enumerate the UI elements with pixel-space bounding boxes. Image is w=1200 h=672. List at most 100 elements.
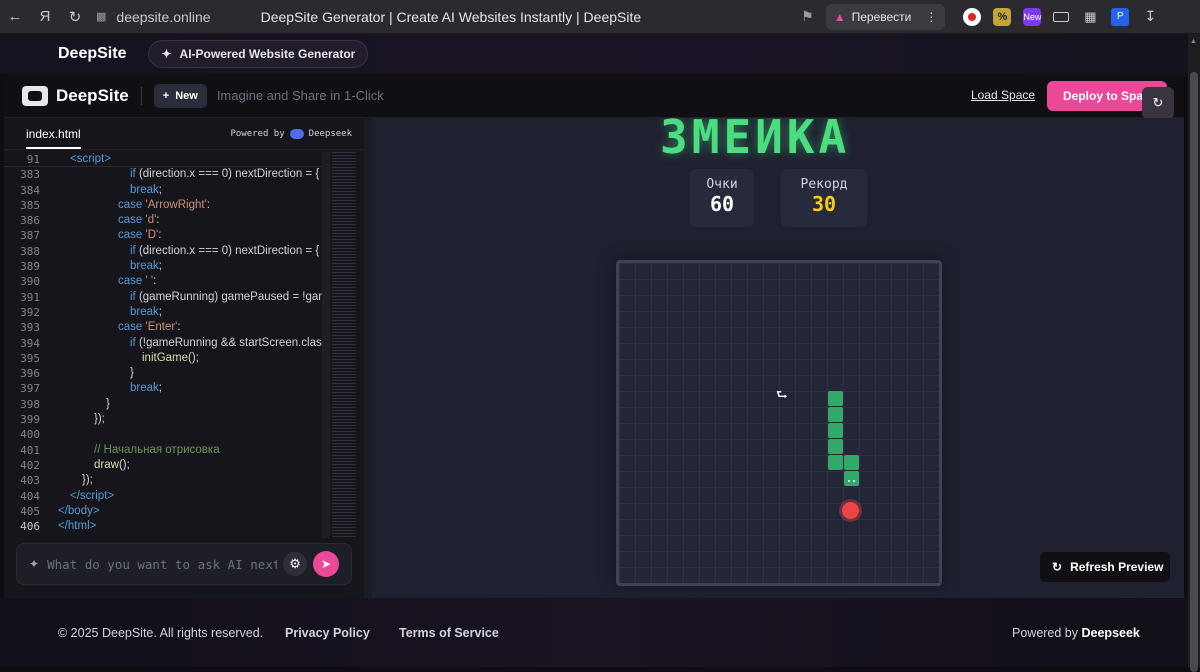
code-line[interactable]: 383 if (direction.x === 0) nextDirection … (4, 167, 322, 182)
translate-label: Перевести (851, 9, 912, 24)
line-number: 405 (20, 504, 40, 518)
code-line[interactable]: 395 initGame(); (4, 351, 322, 366)
more-icon[interactable]: ⋮ (925, 10, 937, 24)
code-text: if (direction.x === 0) nextDirection = { (130, 168, 320, 181)
code-line[interactable]: 404 </script> (4, 489, 322, 504)
footer-powered-brand[interactable]: Deepseek (1082, 626, 1140, 640)
scroll-up-icon[interactable]: ▲ (1190, 38, 1197, 45)
address-bar[interactable]: ▩ deepsite.online (96, 9, 211, 25)
line-number: 386 (20, 214, 40, 228)
editor-powered-prefix: Powered by (230, 128, 285, 139)
panel-resize-handle[interactable] (364, 118, 372, 598)
yandex-icon[interactable]: Я (30, 2, 60, 32)
code-minimap[interactable] (332, 152, 356, 538)
privacy-policy-link[interactable]: Privacy Policy (285, 626, 370, 640)
pill-label: AI-Powered Website Generator (179, 47, 356, 61)
code-text: }); (82, 474, 93, 487)
code-line[interactable]: 400 (4, 427, 322, 442)
code-text: case 'd': (118, 214, 160, 227)
editor-scrollbar[interactable] (322, 152, 330, 538)
extensions-puzzle-icon[interactable]: ▦ (1081, 8, 1099, 26)
code-line[interactable]: 394 if (!gameRunning && startScreen.clas (4, 336, 322, 351)
download-icon[interactable]: ↧ (1141, 8, 1159, 26)
profile-icon[interactable]: P (1111, 7, 1130, 26)
line-number: 394 (20, 336, 40, 350)
code-text: break; (130, 260, 162, 273)
settings-gear-icon[interactable]: ⚙ (283, 552, 308, 576)
send-icon[interactable]: ➤ (313, 551, 340, 577)
code-text: break; (130, 305, 162, 318)
code-text: if (direction.x === 0) nextDirection = { (130, 244, 320, 257)
code-line[interactable]: 91 <script> (4, 152, 322, 168)
code-text: draw(); (94, 458, 130, 471)
record-extension-icon[interactable] (963, 7, 982, 26)
code-line[interactable]: 390 case ' ': (4, 274, 322, 289)
line-number: 399 (20, 413, 40, 427)
code-line[interactable]: 397 break; (4, 381, 322, 396)
code-text: if (!gameRunning && startScreen.clas (130, 336, 322, 349)
snake-segment (844, 455, 859, 470)
footer-powered-prefix: Powered by (1012, 626, 1079, 640)
browser-toolbar: ← Я ↻ ▩ deepsite.online DeepSite Generat… (0, 0, 1200, 34)
code-line[interactable]: 385 case 'ArrowRight': (4, 198, 322, 213)
game-board[interactable] (616, 260, 942, 586)
code-line[interactable]: 399}); (4, 412, 322, 427)
site-top-strip: DeepSite ✦ AI-Powered Website Generator (0, 34, 1188, 74)
code-line[interactable]: 398} (4, 397, 322, 412)
code-line[interactable]: 406 </html> (4, 519, 322, 534)
strip-brand[interactable]: DeepSite (58, 45, 126, 63)
logo[interactable]: DeepSite (22, 85, 129, 106)
code-line[interactable]: 402 draw(); (4, 458, 322, 473)
ask-ai-placeholder[interactable]: What do you want to ask AI next? (47, 557, 277, 572)
terms-of-service-link[interactable]: Terms of Service (399, 626, 499, 640)
coupon-extension-icon[interactable]: % (993, 7, 1012, 26)
code-line[interactable]: 389 break; (4, 259, 322, 274)
translate-button[interactable]: ▲ Перевести ⋮ (825, 3, 946, 30)
page-scrollbar[interactable]: ▲ (1188, 34, 1200, 672)
code-area[interactable]: 91 <script> 383 if (direction.x === 0) next… (4, 152, 322, 538)
back-icon[interactable]: ← (0, 2, 30, 32)
line-number: 389 (20, 260, 40, 274)
code-text: // Начальная отрисовка (94, 443, 220, 456)
refresh-preview-label: Refresh Preview (1070, 560, 1164, 574)
site-info-icon[interactable]: ▩ (96, 10, 106, 23)
refresh-preview-button[interactable]: ↻ Refresh Preview (1040, 552, 1170, 582)
code-line[interactable]: 401 // Начальная отрисовка (4, 443, 322, 458)
refresh-icon: ↻ (1052, 560, 1063, 574)
line-number: 385 (20, 198, 40, 212)
record-label: Рекорд (800, 177, 848, 192)
score-value: 60 (709, 192, 735, 216)
code-line[interactable]: 387 case 'D': (4, 228, 322, 243)
line-number: 388 (20, 244, 40, 258)
tab-index-html[interactable]: index.html (26, 119, 81, 149)
bookmark-icon[interactable]: ⚑ (801, 8, 814, 25)
battery-icon[interactable] (1053, 11, 1070, 22)
code-line[interactable]: 405 </body> (4, 504, 322, 519)
sparkle-icon: ✦ (29, 557, 40, 571)
load-space-link[interactable]: Load Space (971, 88, 1035, 102)
deepsite-logo-icon (22, 85, 48, 106)
code-line[interactable]: 393 case 'Enter': (4, 320, 322, 335)
ai-generator-pill[interactable]: ✦ AI-Powered Website Generator (148, 40, 369, 68)
code-line[interactable]: 392 break; (4, 305, 322, 320)
code-line[interactable]: 386 case 'd': (4, 213, 322, 228)
line-number: 400 (20, 428, 40, 442)
sync-icon[interactable]: ↻ (1142, 87, 1174, 119)
code-text: </html> (58, 520, 97, 533)
code-line[interactable]: 391 if (gameRunning) gamePaused = !gar (4, 290, 322, 305)
code-line[interactable]: 388 if (direction.x === 0) nextDirection … (4, 244, 322, 259)
mouse-cursor-icon: ⮑ (776, 387, 788, 402)
new-button[interactable]: + New (153, 83, 207, 108)
snake-segment (828, 455, 843, 470)
page-scroll-thumb[interactable] (1190, 72, 1198, 672)
tab-title: DeepSite Generator | Create AI Websites … (260, 8, 642, 25)
code-line[interactable]: 396} (4, 366, 322, 381)
code-line[interactable]: 384 break; (4, 183, 322, 198)
url-text[interactable]: deepsite.online (116, 9, 210, 25)
new-extension-icon[interactable]: New (1023, 7, 1041, 26)
line-number: 391 (20, 290, 40, 304)
code-line[interactable]: 403}); (4, 473, 322, 488)
reload-icon[interactable]: ↻ (60, 2, 90, 32)
ask-ai-input[interactable]: ✦ What do you want to ask AI next? ⚙ ➤ (16, 543, 352, 585)
code-text: break; (130, 183, 162, 196)
